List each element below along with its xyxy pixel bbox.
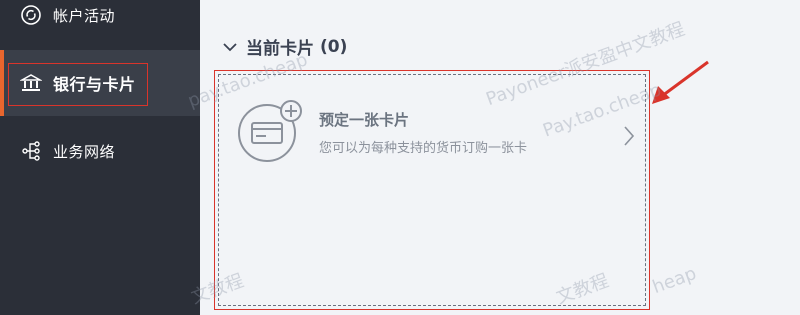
sidebar-item-business-network[interactable]: 业务网络 — [0, 118, 200, 184]
active-indicator — [0, 50, 4, 116]
refresh-circle-icon — [20, 4, 42, 26]
chevron-right-icon — [624, 126, 635, 146]
sidebar-item-label: 帐户活动 — [53, 6, 116, 25]
order-card-panel: 预定一张卡片 您可以为每种支持的货币订购一张卡 — [214, 70, 650, 310]
section-count: (0) — [320, 36, 348, 57]
chevron-down-icon — [223, 42, 237, 51]
annotation-arrow-icon — [652, 60, 709, 104]
main-content: 当前卡片 (0) 预定一张卡片 您可以为每种支持的货币订购一张卡 — [200, 0, 800, 315]
order-card-dashed-area: 预定一张卡片 您可以为每种支持的货币订购一张卡 — [218, 74, 646, 306]
current-cards-header[interactable]: 当前卡片 (0) — [222, 34, 347, 59]
network-icon — [20, 140, 42, 162]
sidebar: 帐户活动 银行与卡片 业务网络 — [0, 0, 200, 315]
card-title: 预定一张卡片 — [319, 111, 410, 129]
section-title: 当前卡片 — [246, 39, 314, 59]
order-card-button[interactable]: 预定一张卡片 您可以为每种支持的货币订购一张卡 — [233, 95, 645, 165]
add-card-icon — [238, 100, 302, 162]
card-subtitle: 您可以为每种支持的货币订购一张卡 — [319, 141, 528, 156]
sidebar-item-account-activity[interactable]: 帐户活动 — [0, 0, 200, 48]
annotation-highlight-box — [8, 63, 148, 106]
sidebar-item-label: 业务网络 — [53, 142, 116, 161]
